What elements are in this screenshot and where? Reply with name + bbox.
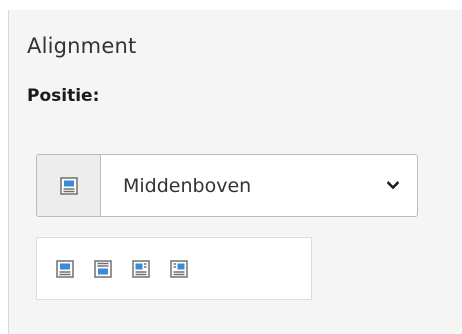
select-preview-addon bbox=[37, 155, 101, 216]
position-select-value: Middenboven bbox=[123, 174, 252, 197]
position-select-value-box[interactable]: Middenboven bbox=[101, 155, 417, 216]
section-title: Alignment bbox=[27, 34, 137, 58]
position-label: Positie: bbox=[27, 86, 100, 106]
position-top-right-icon[interactable] bbox=[131, 259, 150, 278]
position-icon-bar bbox=[36, 237, 312, 300]
position-top-left-icon[interactable] bbox=[169, 259, 188, 278]
position-center-top-icon[interactable] bbox=[55, 259, 74, 278]
image-position-center-top-icon bbox=[59, 176, 78, 195]
position-center-bottom-icon[interactable] bbox=[93, 259, 112, 278]
chevron-down-icon bbox=[387, 181, 399, 190]
position-select[interactable]: Middenboven bbox=[36, 154, 418, 217]
